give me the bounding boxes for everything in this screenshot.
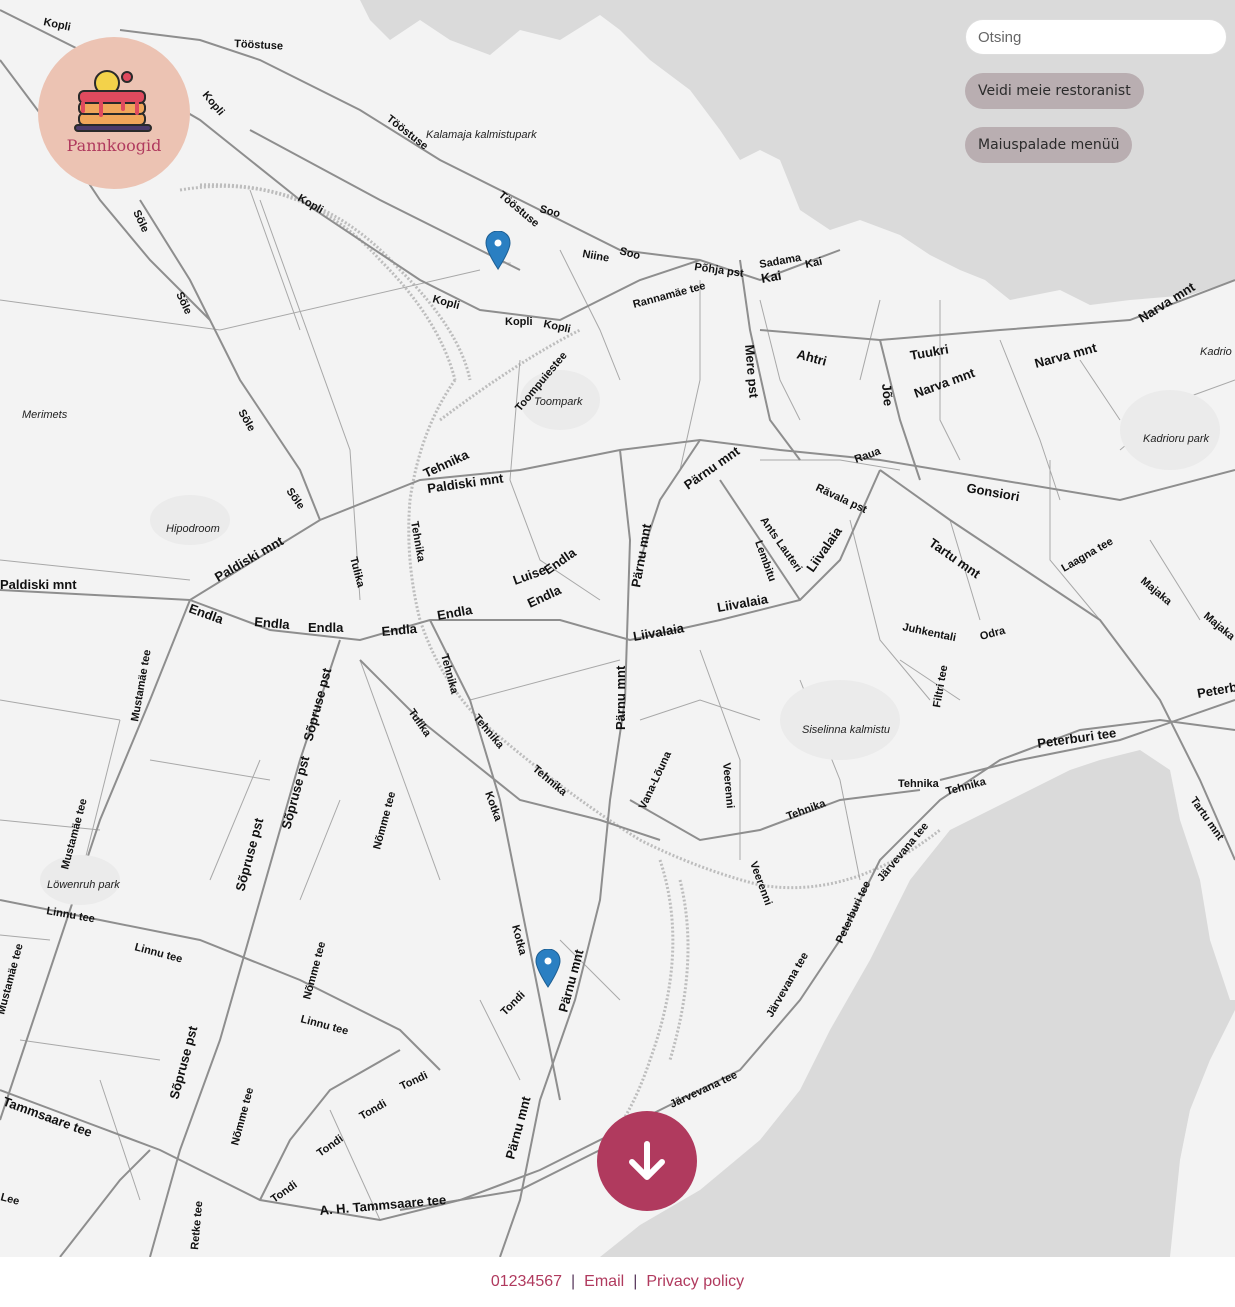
map[interactable]: Kalamaja kalmistupark Toompark Merimets … bbox=[0, 0, 1235, 1257]
street-label: Tööstuse bbox=[234, 38, 283, 53]
footer-separator: | bbox=[571, 1273, 576, 1290]
dessert-menu-button[interactable]: Maiuspalade menüü bbox=[965, 127, 1133, 163]
map-pin-icon[interactable] bbox=[535, 949, 561, 989]
place-label: Hipodroom bbox=[166, 523, 220, 535]
arrow-down-icon bbox=[629, 1141, 665, 1180]
street-label: Endla bbox=[381, 621, 418, 639]
search-input[interactable] bbox=[965, 19, 1227, 55]
footer-separator: | bbox=[633, 1273, 638, 1290]
privacy-policy-link[interactable]: Privacy policy bbox=[646, 1273, 744, 1291]
phone-link[interactable]: 01234567 bbox=[491, 1273, 562, 1291]
about-restaurant-button[interactable]: Veidi meie restoranist bbox=[965, 73, 1144, 109]
street-label: Endla bbox=[308, 620, 344, 635]
place-label: Kadriо bbox=[1200, 346, 1232, 358]
street-label: Jõe bbox=[879, 383, 896, 407]
street-label: Paldiski mnt bbox=[0, 577, 77, 592]
place-label: Toompark bbox=[534, 396, 583, 408]
scroll-down-button[interactable] bbox=[597, 1111, 697, 1211]
brand-name: Pannkoogid bbox=[66, 136, 162, 155]
brand-logo[interactable]: Pannkoogid bbox=[38, 37, 190, 189]
street-label: Pärnu mnt bbox=[613, 665, 628, 730]
email-link[interactable]: Email bbox=[584, 1273, 624, 1291]
place-label: Merimets bbox=[22, 409, 68, 421]
place-label: Siselinna kalmistu bbox=[802, 724, 890, 736]
street-label: Endla bbox=[254, 614, 291, 632]
street-label: Kopli bbox=[505, 316, 533, 328]
map-canvas[interactable]: Kalamaja kalmistupark Toompark Merimets … bbox=[0, 0, 1235, 1257]
pancake-stack-icon bbox=[74, 70, 152, 132]
map-pin-icon[interactable] bbox=[485, 231, 511, 271]
place-label: Löwenruh park bbox=[47, 879, 120, 891]
place-label: Kalamaja kalmistupark bbox=[426, 129, 537, 141]
footer: 01234567 | Email | Privacy policy bbox=[0, 1257, 1235, 1307]
place-label: Kadrioru park bbox=[1143, 433, 1210, 445]
street-label: Tehnika bbox=[898, 778, 940, 790]
